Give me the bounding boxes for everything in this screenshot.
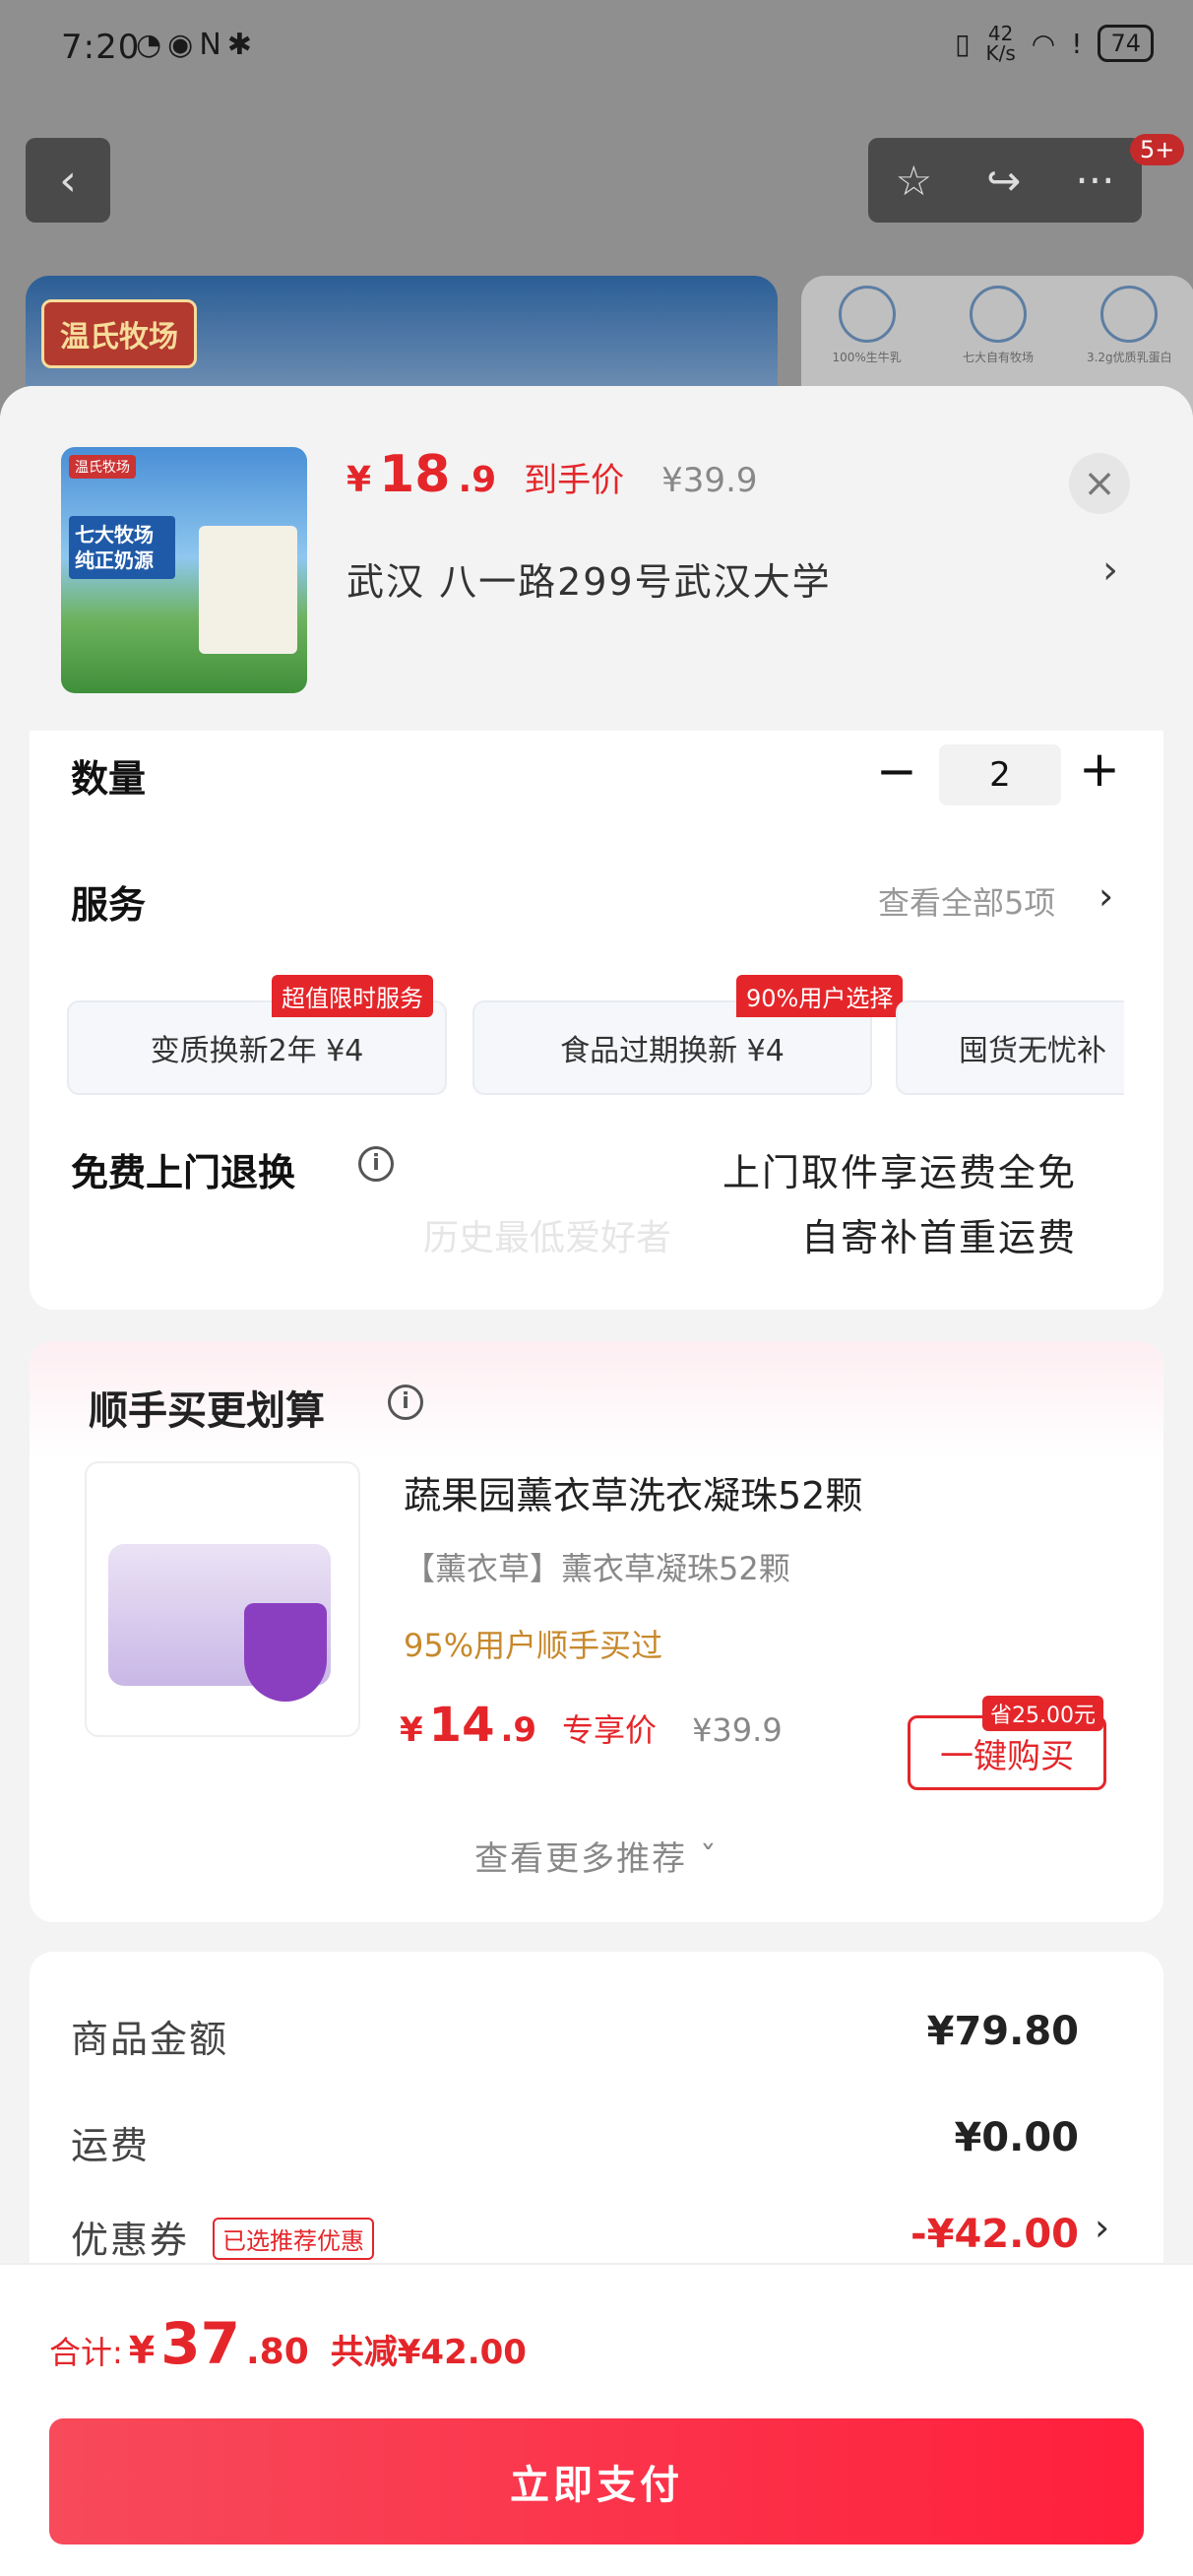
info-icon[interactable]: i [388,1385,423,1420]
status-notification-icons: ◔◉N✱ [136,28,258,62]
cart-badge: 5+ [1130,134,1185,165]
nav-action-group: ☆ ↪ ··· [868,138,1142,223]
product-page-backdrop: 7:20 ◔◉N✱ ▯ 42 K/s ◠ ! 74 ‹ ☆ ↪ ··· 5+ 温… [0,0,1193,453]
coupon-tag: 已选推荐优惠 [213,2218,374,2260]
status-right-group: ▯ 42 K/s ◠ ! 74 [955,24,1154,63]
shipping-label: 运费 [71,2124,151,2167]
info-icon[interactable]: i [358,1146,394,1182]
close-icon: × [1083,461,1116,506]
farm-icon [969,286,1027,343]
protein-icon [1100,286,1159,343]
delivery-address[interactable]: 武汉 八一路299号武汉大学 [346,551,832,606]
addon-purchase-stat: 95%用户顺手买过 [404,1627,663,1664]
network-speed-unit: K/s [985,41,1016,65]
chevron-right-icon[interactable]: › [1095,2206,1109,2249]
chevron-right-icon[interactable]: › [1102,547,1118,593]
feature-label: 3.2g优质乳蛋白 [1086,351,1172,364]
addon-product-name[interactable]: 蔬果园薰衣草洗衣凝珠52颗 [404,1465,862,1519]
quantity-title: 数量 [71,757,147,801]
service-title: 服务 [71,883,147,927]
product-price-row: ¥ 18 .9 到手价 ¥39.9 [346,445,758,504]
feature-label: 七大自有牧场 [962,351,1034,364]
return-pickup-info: 上门取件享运费全免 [722,1151,1077,1194]
quantity-decrement[interactable]: − [876,742,917,800]
service-options: 变质换新2年 ¥4 超值限时服务 食品过期换新 ¥4 90%用户选择 囤货无忧补 [67,975,1124,1095]
service-tag: 超值限时服务 [272,975,433,1017]
back-icon: ‹ [59,155,77,206]
brand-logo: 温氏牧场 [41,299,197,368]
status-bar: 7:20 ◔◉N✱ ▯ 42 K/s ◠ ! 74 [0,0,1193,98]
quantity-input[interactable]: 2 [939,744,1061,805]
share-icon[interactable]: ↪ [986,157,1021,205]
total-symbol: ¥ [128,2329,156,2372]
original-price: ¥39.9 [661,461,758,500]
chevron-right-icon[interactable]: › [1099,874,1113,918]
savings-badge: 省25.00元 [982,1696,1103,1731]
vibrate-icon: ▯ [955,27,971,60]
original-price: ¥39.9 [692,1711,783,1749]
close-button[interactable]: × [1069,453,1130,514]
coupon-value[interactable]: -¥42.00 [910,2212,1079,2257]
price-symbol: ¥ [400,1710,423,1750]
price-decimal: .9 [500,1710,537,1750]
price-label: 专享价 [562,1711,658,1749]
total-row: 合计: ¥ 37 .80 共减¥42.00 [49,2310,527,2377]
addon-product-image[interactable] [85,1461,360,1737]
network-speed: 42 K/s [986,24,1016,63]
price-integer: 14 [428,1698,495,1753]
milk-carton-image [199,526,297,654]
service-option[interactable]: 囤货无忧补 [896,1000,1124,1095]
wifi-icon: ◠ [1031,27,1056,60]
battery-indicator: 74 [1098,25,1154,62]
total-decimal: .80 [245,2332,309,2372]
shield-icon [244,1603,327,1702]
pay-now-button[interactable]: 立即支付 [49,2418,1144,2544]
coupon-label: 优惠券 [71,2219,190,2262]
feature-label: 100%生牛乳 [832,351,902,364]
total-savings: 共减¥42.00 [330,2333,527,2372]
more-icon[interactable]: ··· [1075,157,1114,205]
shipping-value: ¥0.00 [954,2115,1079,2160]
price-symbol: ¥ [346,460,372,500]
addon-card: 顺手买更划算 i 蔬果园薰衣草洗衣凝珠52颗 【薰衣草】薰衣草凝珠52颗 95%… [30,1341,1163,1922]
free-return-title: 免费上门退换 [71,1151,296,1194]
goods-amount-label: 商品金额 [71,2018,229,2061]
total-integer: 37 [160,2310,240,2377]
addon-price-row: ¥ 14 .9 专享价 ¥39.9 [400,1698,783,1753]
watermark: 历史最低爱好者 [423,1218,672,1258]
return-self-ship-info: 自寄补首重运费 [800,1216,1077,1259]
price-integer: 18 [379,445,451,504]
total-label: 合计: [49,2334,123,2371]
alert-icon: ! [1071,27,1083,60]
milk-icon [838,286,896,343]
purchase-sheet: 温氏牧场 七大牧场 纯正奶源 ¥ 18 .9 到手价 ¥39.9 × 武汉 八一… [0,386,1193,2576]
price-decimal: .9 [458,460,497,500]
product-thumbnail: 温氏牧场 七大牧场 纯正奶源 [61,447,307,693]
quantity-increment[interactable]: + [1079,741,1120,798]
thumb-brand-tag: 温氏牧场 [69,455,136,479]
back-button[interactable]: ‹ [26,138,110,223]
view-all-services[interactable]: 查看全部5项 [878,878,1055,924]
star-icon[interactable]: ☆ [896,157,933,205]
service-tag: 90%用户选择 [736,975,904,1017]
status-time: 7:20 [61,28,141,67]
addon-title: 顺手买更划算 [89,1388,325,1434]
more-recommendations-link[interactable]: 查看更多推荐 ˇ [30,1832,1163,1880]
goods-amount-value: ¥79.80 [926,2009,1079,2054]
checkout-bar: 合计: ¥ 37 .80 共减¥42.00 立即支付 [0,2263,1193,2576]
thumb-slogan: 七大牧场 纯正奶源 [69,516,175,579]
addon-variant: 【薰衣草】薰衣草凝珠52颗 [404,1550,790,1587]
options-card: 数量 − 2 + 服务 查看全部5项 › 变质换新2年 ¥4 超值限时服务 食品… [30,731,1163,1310]
sheet-header: 温氏牧场 七大牧场 纯正奶源 ¥ 18 .9 到手价 ¥39.9 × 武汉 八一… [0,386,1193,731]
price-label: 到手价 [524,461,625,500]
